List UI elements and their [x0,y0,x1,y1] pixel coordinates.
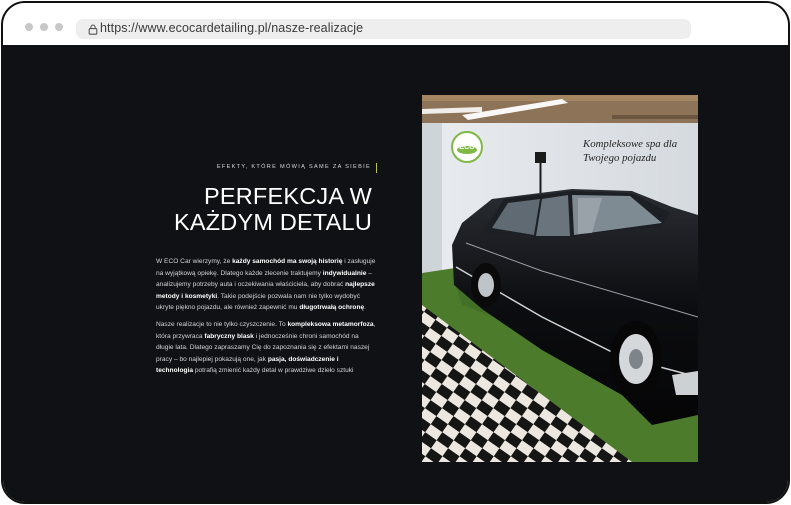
photo-caption: Kompleksowe spa dla Twojego pojazdu [583,137,677,165]
intro-paragraph-1: W ECO Car wierzymy, że każdy samochód ma… [156,256,376,314]
address-url[interactable]: https://www.ecocardetailing.pl/nasze-rea… [100,21,363,35]
section-eyebrow: EFEKTY, KTÓRE MÓWIĄ SAME ZA SIEBIE [216,164,371,170]
eyebrow-accent-bar [376,163,377,173]
lock-icon [88,24,98,35]
text-run: Nasze realizacje to nie tylko czyszczeni… [156,320,288,328]
window-dot-maximize[interactable] [55,23,63,31]
bold-run: indywidualnie [322,269,367,277]
title-line-1: PERFEKCJA W [203,183,372,209]
text-run: . [364,304,366,312]
browser-toolbar: https://www.ecocardetailing.pl/nasze-rea… [3,3,788,45]
title-line-2: KAŻDYM DETALU [173,209,372,235]
address-bar[interactable]: https://www.ecocardetailing.pl/nasze-rea… [76,19,691,39]
bold-run: każdy samochód ma swoją historię [232,258,343,265]
text-run: potrafią zmienić każdy detal w prawdziwe… [193,367,354,375]
caption-line-2: Twojego pojazdu [583,152,657,164]
intro-text: W ECO Car wierzymy, że każdy samochód ma… [156,256,376,382]
bold-run: długotrwałą ochronę [299,304,365,312]
page-content: EFEKTY, KTÓRE MÓWIĄ SAME ZA SIEBIE PERFE… [3,45,788,502]
window-dot-close[interactable] [25,23,33,31]
eco-logo: ECO [459,144,475,151]
intro-paragraph-2: Nasze realizacje to nie tylko czyszczeni… [156,319,376,377]
caption-line-1: Kompleksowe spa dla [583,138,678,150]
bold-run: kompleksowa metamorfoza [287,320,374,328]
showcase-photo: ECO Kompleksowe spa dla Twojego pojazdu [422,95,698,462]
window-dot-minimize[interactable] [40,23,48,31]
bold-run: fabryczny blask [204,332,254,340]
browser-window: https://www.ecocardetailing.pl/nasze-rea… [1,1,790,504]
page-title: PERFEKCJA W KAŻDYM DETALU [174,183,372,235]
text-run: W ECO Car wierzymy, że [156,258,233,265]
